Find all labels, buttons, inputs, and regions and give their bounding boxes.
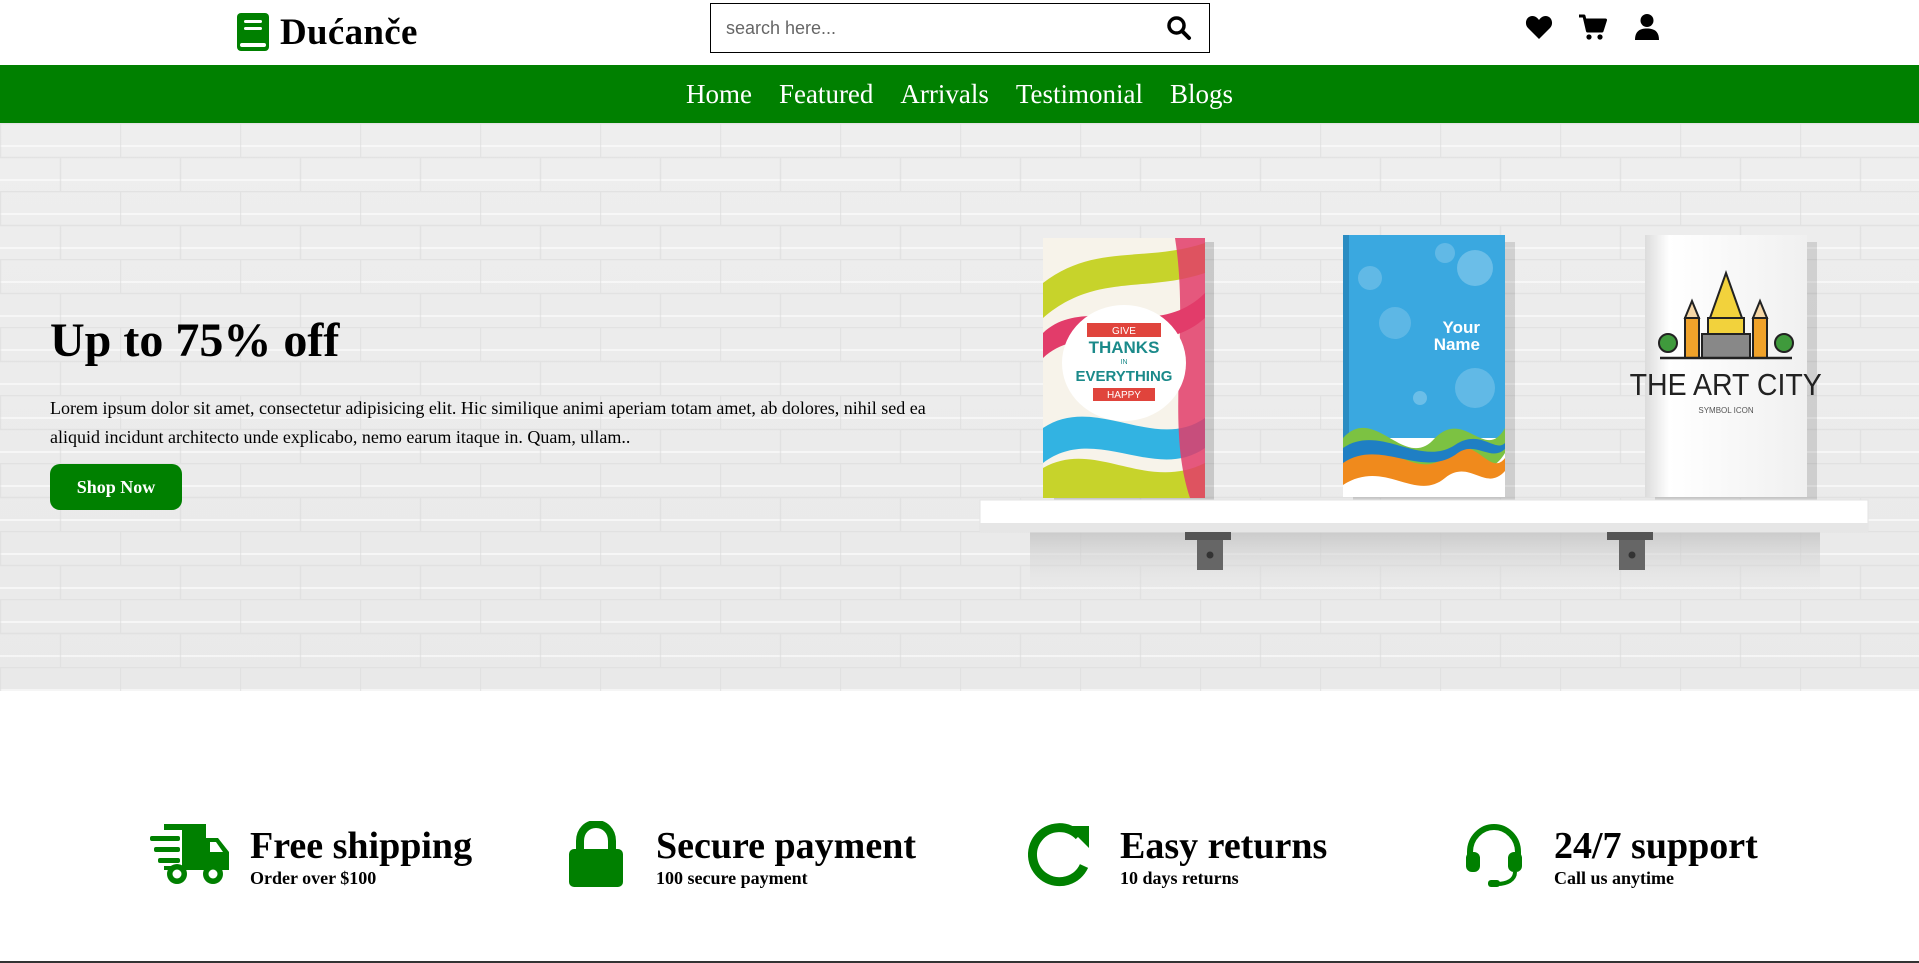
book-cover-give-thanks: GIVE THANKS IN EVERYTHING HAPPY [1043,238,1214,504]
feature-easy-returns: Easy returns 10 days returns [1020,820,1327,890]
user-icon [1635,14,1659,40]
truck-icon [150,820,230,890]
shop-now-button[interactable]: Shop Now [50,464,182,510]
bookshelf-illustration: GIVE THANKS IN EVERYTHING HAPPY Your Nam… [979,235,1869,598]
cart-icon [1579,14,1607,40]
hero-section: Up to 75% off Lorem ipsum dolor sit amet… [0,123,1919,691]
main-nav: Home Featured Arrivals Testimonial Blogs [0,65,1919,123]
svg-text:EVERYTHING: EVERYTHING [1076,368,1173,385]
cart-button[interactable] [1578,12,1608,42]
nav-arrivals[interactable]: Arrivals [900,79,988,110]
hero-content: Up to 75% off Lorem ipsum dolor sit amet… [50,313,950,510]
nav-testimonial[interactable]: Testimonial [1016,79,1143,110]
feature-subtitle: 10 days returns [1120,868,1239,888]
search-input[interactable] [711,4,1149,52]
book-icon [237,13,269,51]
feature-title: Easy returns [1120,825,1328,867]
feature-title: Secure payment [656,825,916,867]
features-section: Free shipping Order over $100 Secure pay… [0,820,1919,920]
feature-subtitle: Order over $100 [250,868,377,888]
brand-name: Dućanče [280,11,418,53]
search-form [710,3,1210,53]
svg-text:GIVE: GIVE [1112,326,1136,337]
hero-description: Lorem ipsum dolor sit amet, consectetur … [50,398,926,447]
lock-icon [556,820,636,890]
svg-text:IN: IN [1121,359,1128,366]
search-icon [1167,16,1191,40]
header-actions [1524,12,1662,42]
hero-title: Up to 75% off [50,314,340,367]
headset-icon [1454,820,1534,890]
brand-logo[interactable]: Dućanče [236,8,418,56]
nav-blogs[interactable]: Blogs [1170,79,1233,110]
search-button[interactable] [1149,4,1209,52]
feature-support: 24/7 support Call us anytime [1454,820,1758,890]
heart-icon [1525,16,1553,39]
book-cover-art-city: THE ART CITY SYMBOL ICON [1630,235,1822,504]
feature-subtitle: 100 secure payment [656,868,808,888]
redo-icon [1020,820,1100,890]
nav-featured[interactable]: Featured [779,79,873,110]
svg-text:SYMBOL ICON: SYMBOL ICON [1698,406,1753,415]
feature-free-shipping: Free shipping Order over $100 [150,820,472,890]
feature-title: 24/7 support [1554,825,1758,867]
svg-text:Name: Name [1434,335,1480,354]
book-cover-your-name: Your Name [1343,235,1515,504]
svg-text:THE ART CITY: THE ART CITY [1630,368,1822,402]
account-button[interactable] [1632,12,1662,42]
feature-secure-payment: Secure payment 100 secure payment [556,820,916,890]
top-header: Dućanče [0,0,1919,65]
svg-text:HAPPY: HAPPY [1107,390,1141,401]
feature-title: Free shipping [250,825,473,867]
feature-subtitle: Call us anytime [1554,868,1675,888]
wishlist-button[interactable] [1524,12,1554,42]
svg-text:THANKS: THANKS [1089,338,1160,357]
nav-home[interactable]: Home [686,79,752,110]
